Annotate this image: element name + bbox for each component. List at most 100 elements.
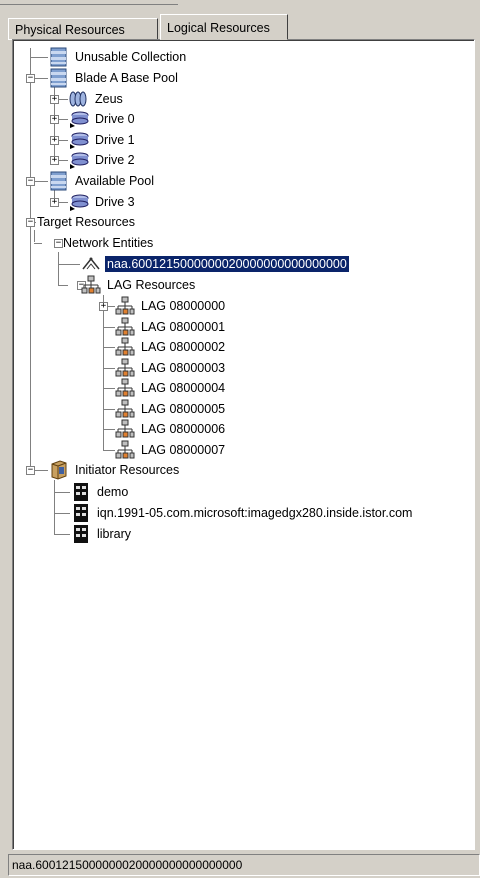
tree-node-lag-resources[interactable]: LAG Resources (81, 275, 197, 295)
expand-toggle[interactable]: + (50, 136, 59, 145)
tree-line (103, 450, 115, 451)
tab-logical-resources[interactable]: Logical Resources (160, 14, 288, 40)
collapse-toggle[interactable]: − (26, 74, 35, 83)
tree-node-lag-08000006[interactable]: LAG 08000006 (115, 419, 227, 439)
tree-node-available-pool[interactable]: Available Pool (49, 171, 156, 191)
lag-network-icon (115, 378, 135, 398)
tree-node-label: LAG 08000004 (141, 381, 226, 395)
tree-line (103, 327, 115, 328)
tree-line (103, 409, 115, 410)
tree-node-label: library (97, 527, 132, 541)
tree-node-label: LAG Resources (107, 278, 196, 292)
collapse-toggle[interactable]: − (26, 218, 35, 227)
disk-drive-icon (69, 109, 89, 129)
tree-node-network-entities[interactable]: Network Entities (61, 233, 155, 253)
tree-node-label: Drive 2 (95, 153, 135, 167)
tree-node-label: LAG 08000002 (141, 340, 226, 354)
storage-pool-icon (49, 171, 69, 191)
tree-line (58, 285, 68, 286)
expand-toggle[interactable]: + (50, 198, 59, 207)
disk-drive-icon (69, 192, 89, 212)
tree-node-lag-08000007[interactable]: LAG 08000007 (115, 440, 227, 460)
tree-panel: − + + + + − + − − − + − Unusable Collect… (12, 39, 475, 850)
tree-node-label: Blade A Base Pool (75, 71, 178, 85)
tree-line (103, 429, 115, 430)
tree-node-blade-a-base-pool[interactable]: Blade A Base Pool (49, 68, 180, 88)
lag-network-icon (115, 337, 135, 357)
expand-toggle[interactable]: + (50, 115, 59, 124)
tree-node-label: Drive 3 (95, 195, 135, 209)
tree-node-drive3[interactable]: Drive 3 (69, 192, 137, 212)
tree-node-drive2[interactable]: Drive 2 (69, 150, 137, 170)
initiator-host-icon (71, 482, 91, 502)
tree-node-label: Network Entities (63, 236, 154, 250)
collapse-toggle[interactable]: − (26, 177, 35, 186)
tree-node-label: demo (97, 485, 129, 499)
tree-line (30, 57, 48, 58)
tree-node-label: iqn.1991-05.com.microsoft:imagedgx280.in… (97, 506, 413, 520)
tree-node-label: Target Resources (37, 215, 135, 229)
tree-node-demo[interactable]: demo (71, 482, 130, 502)
tree-node-lag-08000001[interactable]: LAG 08000001 (115, 317, 227, 337)
tree-node-label: LAG 08000006 (141, 422, 226, 436)
tree-node-naa-selected[interactable]: naa.6001215000000020000000000000000 (81, 254, 350, 274)
tree-node-label: LAG 08000001 (141, 320, 226, 334)
tab-physical-resources[interactable]: Physical Resources (8, 18, 158, 40)
tree-node-lag-08000002[interactable]: LAG 08000002 (115, 337, 227, 357)
tree-node-lag-08000004[interactable]: LAG 08000004 (115, 378, 227, 398)
tree-line (34, 243, 42, 244)
resource-tree: − + + + + − + − − − + − Unusable Collect… (13, 40, 474, 849)
tree-node-label: LAG 08000003 (141, 361, 226, 375)
tree-node-target-resources[interactable]: Target Resources (35, 212, 137, 232)
tree-line (103, 295, 104, 451)
tab-bar: Physical Resources Logical Resources (0, 0, 480, 40)
lag-network-icon (115, 296, 135, 316)
tree-node-label: Drive 1 (95, 133, 135, 147)
tree-line (58, 252, 59, 285)
disk-drive-icon (69, 150, 89, 170)
lag-network-icon (81, 275, 101, 295)
tree-node-label: Zeus (95, 92, 123, 106)
tree-node-unusable-collection[interactable]: Unusable Collection (49, 47, 188, 67)
tree-line (54, 534, 70, 535)
tree-line (103, 368, 115, 369)
tree-node-zeus[interactable]: Zeus (69, 89, 125, 109)
lag-network-icon (115, 440, 135, 460)
expand-toggle[interactable]: + (50, 95, 59, 104)
tree-line (58, 264, 80, 265)
network-target-icon (81, 254, 101, 274)
tree-line (54, 513, 70, 514)
tree-line (54, 492, 70, 493)
volume-group-icon (69, 89, 89, 109)
tree-node-library[interactable]: library (71, 524, 133, 544)
tree-node-label: Drive 0 (95, 112, 135, 126)
initiator-host-icon (71, 503, 91, 523)
tree-line (103, 347, 115, 348)
tree-line (103, 388, 115, 389)
tree-node-lag-08000000[interactable]: LAG 08000000 (115, 296, 227, 316)
tree-node-label: LAG 08000000 (141, 299, 226, 313)
expand-toggle[interactable]: + (50, 156, 59, 165)
lag-network-icon (115, 358, 135, 378)
tree-node-label: naa.6001215000000020000000000000000 (104, 255, 350, 273)
tree-node-lag-08000003[interactable]: LAG 08000003 (115, 358, 227, 378)
tree-line (30, 218, 31, 470)
tree-node-drive0[interactable]: Drive 0 (69, 109, 137, 129)
expand-toggle[interactable]: + (99, 302, 108, 311)
storage-pool-icon (49, 68, 69, 88)
collapse-toggle[interactable]: − (26, 466, 35, 475)
status-bar: naa.6001215000000020000000000000000 (8, 854, 480, 876)
tree-node-initiator-resources[interactable]: Initiator Resources (49, 460, 181, 480)
initiator-cabinet-icon (49, 460, 69, 480)
tree-line (54, 480, 55, 534)
tree-node-drive1[interactable]: Drive 1 (69, 130, 137, 150)
initiator-host-icon (71, 524, 91, 544)
tab-top-line (0, 4, 178, 5)
tree-node-label: Initiator Resources (75, 463, 180, 477)
tree-node-iqn[interactable]: iqn.1991-05.com.microsoft:imagedgx280.in… (71, 503, 414, 523)
tree-node-lag-08000005[interactable]: LAG 08000005 (115, 399, 227, 419)
tree-node-label: Available Pool (75, 174, 154, 188)
lag-network-icon (115, 317, 135, 337)
storage-pool-icon (49, 47, 69, 67)
tree-node-label: Unusable Collection (75, 50, 187, 64)
